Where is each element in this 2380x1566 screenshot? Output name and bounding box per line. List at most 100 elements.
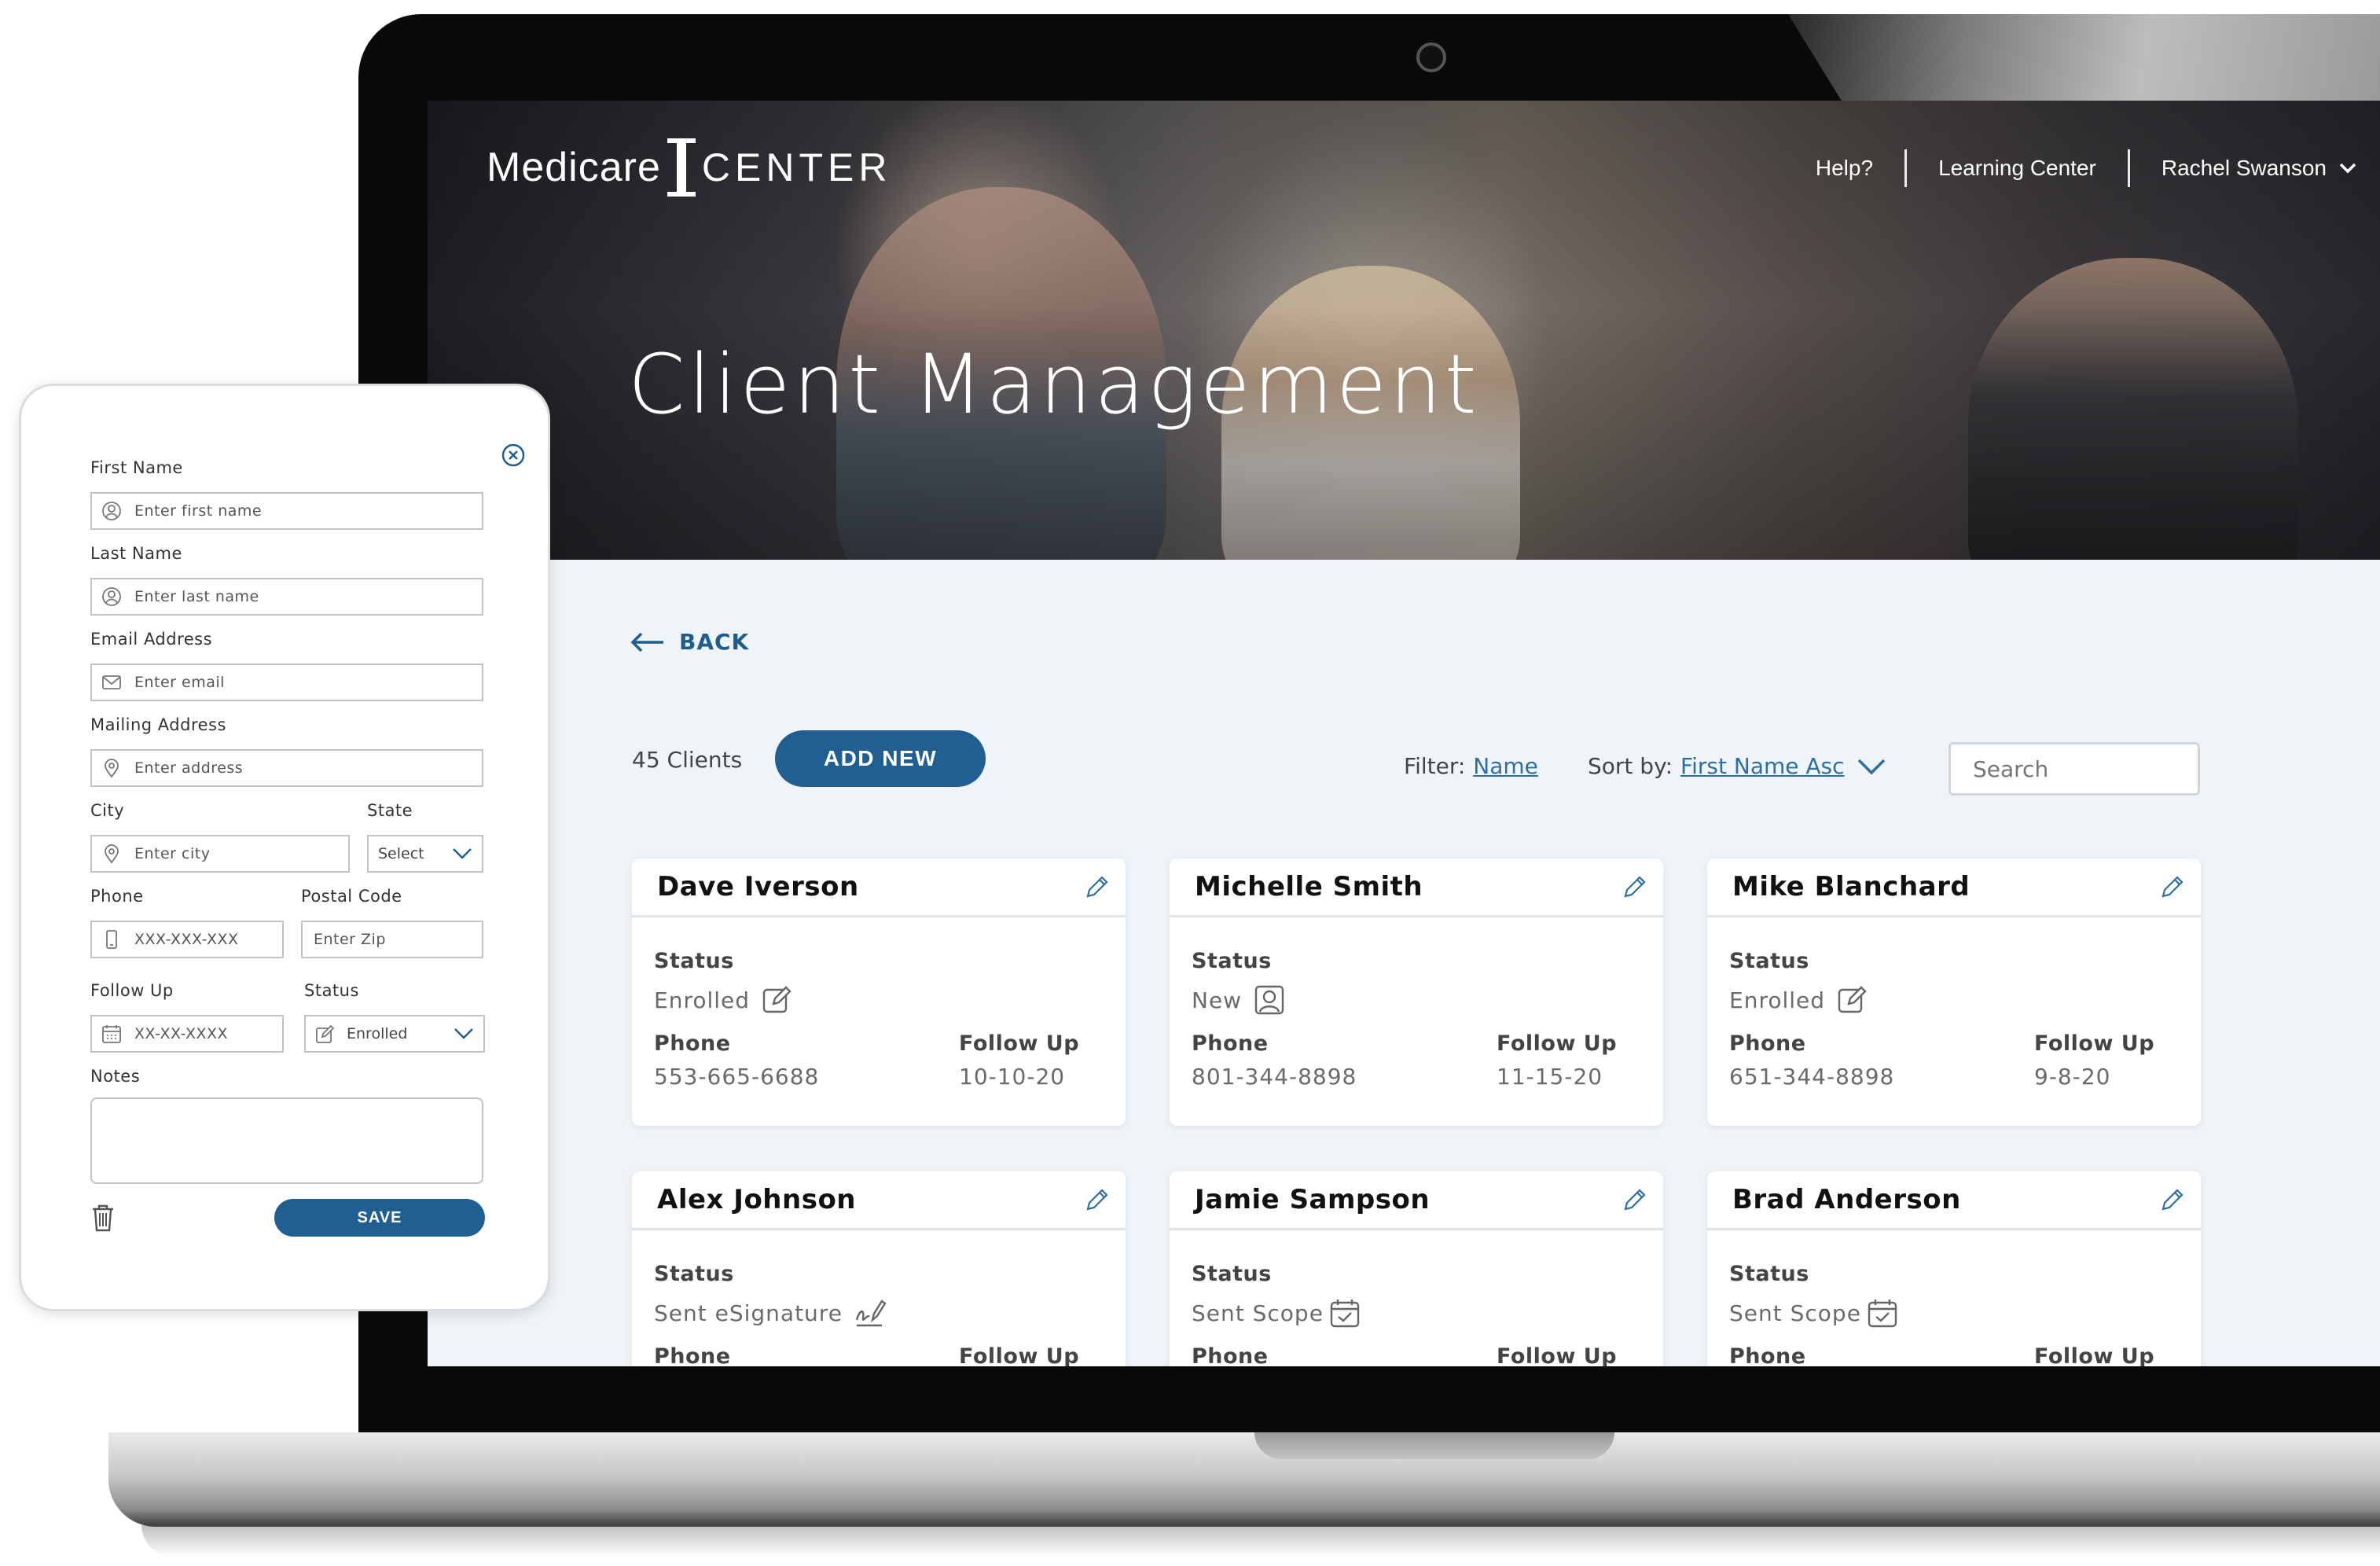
first-name-label: First Name [90,458,183,477]
status-label: Status [1729,1262,1809,1286]
last-name-field[interactable] [90,578,483,616]
mobile-phone-icon [106,930,117,949]
edit-square-icon [762,986,791,1013]
calendar-check-icon [1330,1299,1360,1328]
email-field[interactable] [90,664,483,701]
client-name: Brad Anderson [1732,1184,1961,1215]
follow-up-label: Follow Up [2034,1031,2155,1056]
city-input[interactable] [133,844,339,863]
save-button[interactable]: SAVE [274,1199,485,1237]
client-card[interactable]: Michelle Smith Status New Phone 801-344-… [1170,858,1663,1126]
status-value: Sent Scope [1729,1296,1899,1329]
camera-icon [1416,42,1446,72]
lid-glare [1788,14,2380,101]
status-text: New [1192,987,1243,1013]
nav-help-link[interactable]: Help? [1816,156,1873,181]
status-text: Sent Scope [1729,1299,1861,1326]
pencil-icon[interactable] [1083,1186,1111,1214]
follow-up-label: Follow Up [959,1031,1080,1056]
status-label: Status [1192,1262,1272,1286]
logo-text-primary: Medicare [487,145,661,190]
card-header: Jamie Sampson [1170,1171,1663,1230]
sort-control: Sort by: First Name Asc [1588,753,1886,779]
edit-square-icon [316,1024,335,1043]
phone-label: Phone [654,1031,731,1056]
hero-banner: Medicare CENTER Help? Learning Center Ra… [428,101,2380,560]
status-text: Sent eSignature [654,1299,843,1326]
filter-label: Filter: [1404,753,1466,779]
state-select[interactable]: Select [367,835,483,873]
user-badge-icon [1254,985,1284,1015]
follow-up-label: Follow Up [959,1344,1080,1366]
client-card[interactable]: Mike Blanchard Status Enrolled Phone 651… [1707,858,2201,1126]
card-header: Alex Johnson [632,1171,1126,1230]
edit-square-icon [1838,986,1867,1013]
last-name-input[interactable] [133,587,472,606]
first-name-input[interactable] [133,502,472,520]
status-select[interactable]: Enrolled [304,1015,485,1053]
client-name: Jamie Sampson [1195,1184,1431,1215]
client-card[interactable]: Jamie Sampson Status Sent Scope Phone Fo… [1170,1171,1663,1366]
add-new-button[interactable]: ADD NEW [775,730,986,787]
phone-input[interactable] [133,930,273,949]
pencil-icon[interactable] [1621,1186,1649,1214]
sort-label: Sort by: [1588,753,1673,779]
brand-logo[interactable]: Medicare CENTER [487,132,891,203]
logo-text-secondary: CENTER [701,145,892,189]
address-label: Mailing Address [90,715,226,734]
notes-label: Notes [90,1067,141,1086]
page-title: Client Management [628,336,1480,432]
first-name-field[interactable] [90,492,483,530]
nav-learning-center-link[interactable]: Learning Center [1938,156,2096,181]
card-header: Brad Anderson [1707,1171,2201,1230]
chevron-down-icon[interactable] [1857,758,1886,775]
postal-code-field[interactable] [301,921,483,958]
phone-value: 801-344-8898 [1192,1064,1357,1090]
back-link[interactable]: BACK [630,629,749,655]
client-name: Dave Iverson [657,871,859,902]
status-select-value: Enrolled [347,1025,408,1042]
phone-label: Phone [1192,1031,1269,1056]
city-field[interactable] [90,835,350,873]
arrow-left-icon [630,632,663,652]
search-field[interactable] [1948,742,2249,796]
follow-up-field[interactable] [90,1015,284,1053]
notes-textarea[interactable] [90,1097,483,1184]
sort-value-link[interactable]: First Name Asc [1680,753,1844,779]
pencil-icon[interactable] [2158,1186,2187,1214]
pencil-icon[interactable] [2158,873,2187,901]
trash-icon[interactable] [90,1204,116,1232]
client-card[interactable]: Dave Iverson Status Enrolled Phone 553-6… [632,858,1126,1126]
postal-code-input[interactable] [312,930,472,949]
follow-up-value: 9-8-20 [2034,1064,2111,1090]
nav-divider [2127,149,2130,187]
close-icon[interactable] [501,443,526,468]
email-input[interactable] [133,673,472,692]
address-field[interactable] [90,749,483,787]
phone-label: Phone [1729,1031,1806,1056]
nav-divider [1904,149,1908,187]
laptop-base [108,1432,2380,1527]
client-name: Michelle Smith [1195,871,1423,902]
pencil-icon[interactable] [1083,873,1111,901]
signature-icon [855,1299,887,1327]
user-menu[interactable]: Rachel Swanson [2161,156,2356,181]
status-value: New [1192,983,1286,1016]
client-name: Mike Blanchard [1732,871,1970,902]
envelope-icon [102,675,121,689]
pencil-icon[interactable] [1621,873,1649,901]
filter-value-link[interactable]: Name [1473,753,1538,779]
user-circle-icon [102,502,121,520]
client-card[interactable]: Brad Anderson Status Sent Scope Phone Fo… [1707,1171,2201,1366]
phone-field[interactable] [90,921,284,958]
user-circle-icon [102,587,121,606]
client-name: Alex Johnson [657,1184,857,1215]
postal-code-label: Postal Code [301,887,402,906]
search-input[interactable] [1971,755,2249,783]
follow-up-input[interactable] [133,1024,273,1043]
status-label: Status [654,1262,734,1286]
address-input[interactable] [133,759,472,777]
follow-up-label: Follow Up [2034,1344,2155,1366]
client-card[interactable]: Alex Johnson Status Sent eSignature Phon… [632,1171,1126,1366]
phone-label: Phone [1192,1344,1269,1366]
